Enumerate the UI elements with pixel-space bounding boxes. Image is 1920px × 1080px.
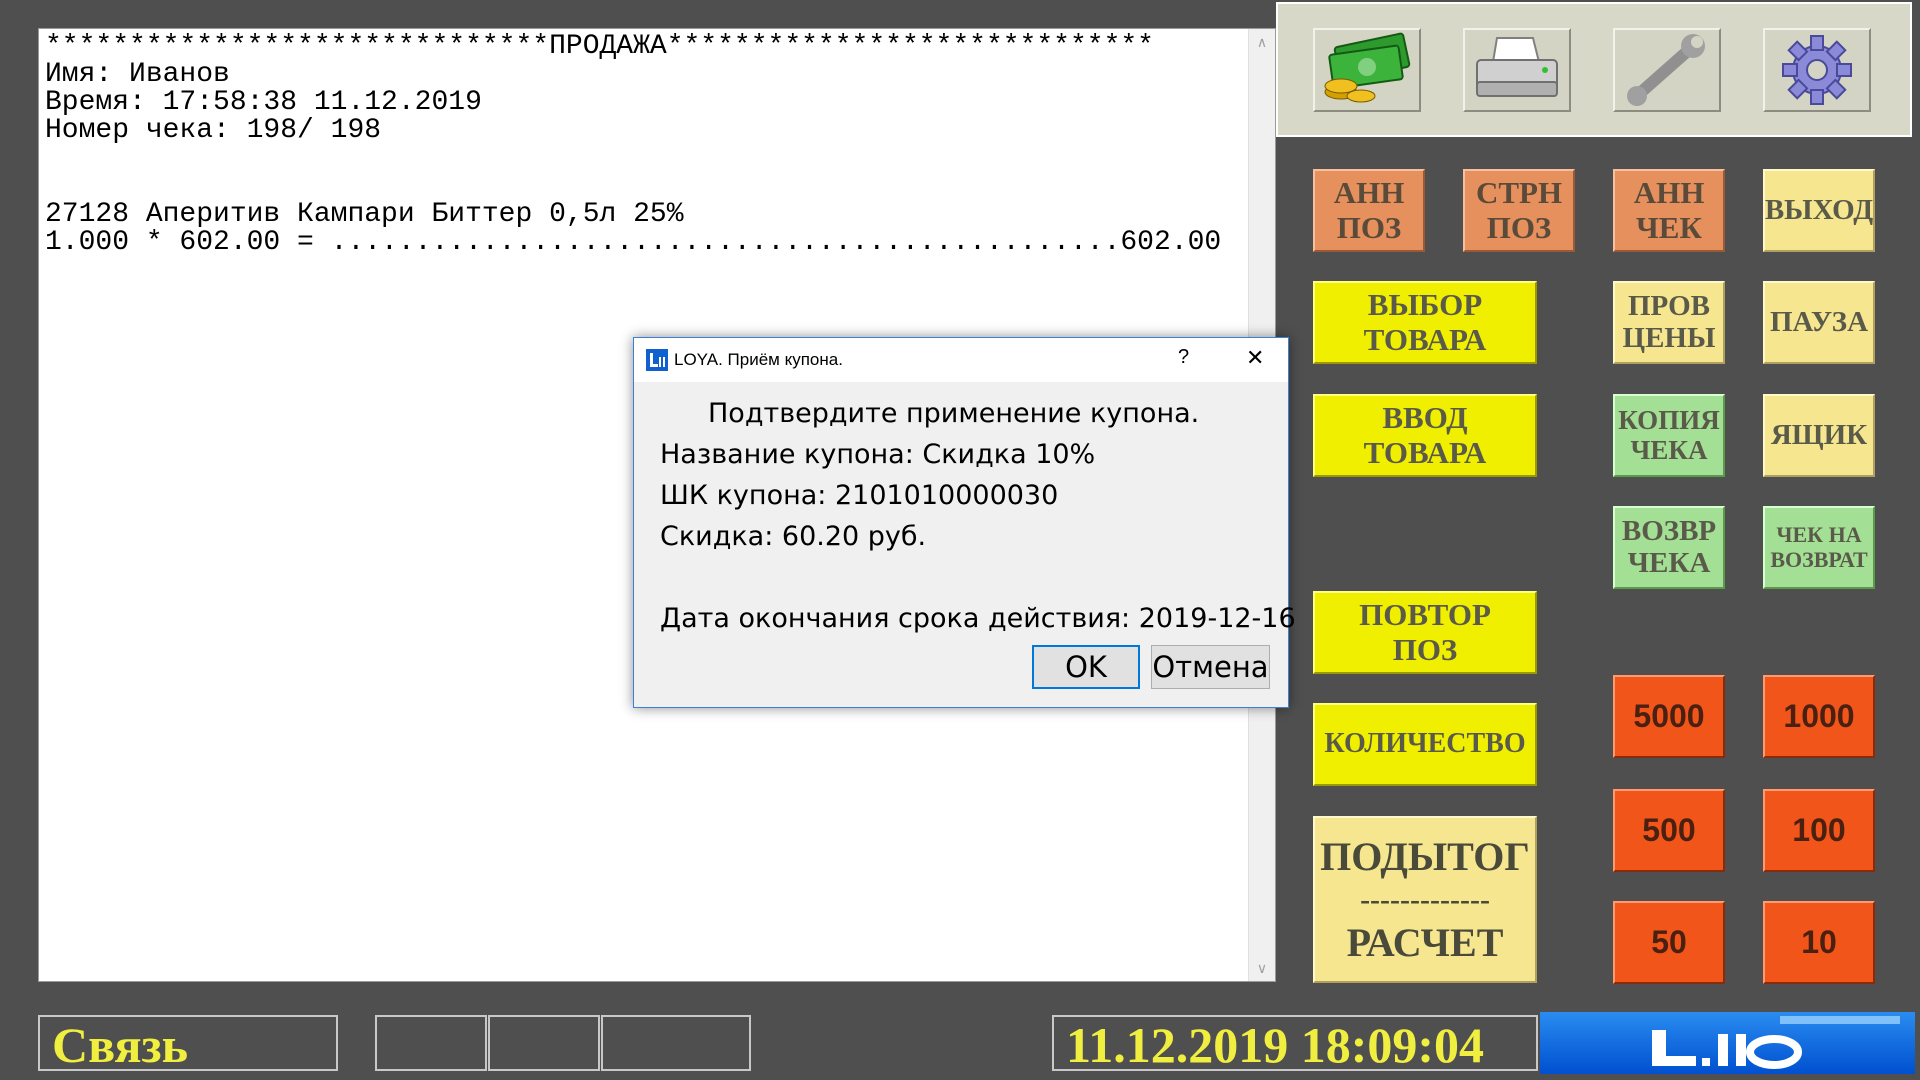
button-label: ПОДЫТОГ xyxy=(1320,833,1530,879)
cash-drawer-button[interactable]: ЯЩИК xyxy=(1763,394,1875,477)
pause-button[interactable]: ПАУЗА xyxy=(1763,281,1875,364)
connection-label: Связь xyxy=(52,1017,189,1073)
button-label: ЦЕНЫ xyxy=(1622,321,1716,354)
button-label: СТРН xyxy=(1475,175,1563,211)
button-label: АНН xyxy=(1333,175,1405,211)
discount-amount: Скидка: 60.20 руб. xyxy=(660,521,927,552)
connection-status: Связь xyxy=(38,1015,338,1073)
help-button[interactable]: ? xyxy=(1178,346,1189,369)
cash-50-button[interactable]: 50 xyxy=(1613,901,1725,984)
cash-5000-button[interactable]: 5000 xyxy=(1613,675,1725,758)
receipt-line: 1.000 * 602.00 = .......................… xyxy=(45,227,1222,258)
coupon-name: Название купона: Скидка 10% xyxy=(660,439,1096,470)
button-label: ПОЗ xyxy=(1392,631,1458,667)
scroll-up-icon[interactable]: ∧ xyxy=(1249,29,1275,55)
button-label: ПРОВ xyxy=(1627,289,1710,322)
receipt-line: Время: 17:58:38 11.12.2019 xyxy=(45,87,482,118)
button-label: КОПИЯ xyxy=(1618,404,1720,435)
enter-item-button[interactable]: ВВОД ТОВАРА xyxy=(1313,394,1537,477)
exit-button[interactable]: ВЫХОД xyxy=(1763,169,1875,252)
coupon-barcode: ШК купона: 2101010000030 xyxy=(660,480,1059,511)
cash-100-button[interactable]: 100 xyxy=(1763,789,1875,872)
status-cell xyxy=(601,1015,751,1071)
button-label: ВЫХОД xyxy=(1764,193,1874,226)
button-label: 500 xyxy=(1642,811,1696,848)
button-label: ВОЗВРАТ xyxy=(1770,546,1868,572)
refund-receipt-button[interactable]: ЧЕК НА ВОЗВРАТ xyxy=(1763,506,1875,589)
button-label: ПОВТОР xyxy=(1359,597,1491,633)
cash-500-button[interactable]: 500 xyxy=(1613,789,1725,872)
receipt-copy-button[interactable]: КОПИЯ ЧЕКА xyxy=(1613,394,1725,477)
receipt-line: Имя: Иванов xyxy=(45,59,230,90)
button-label: 10 xyxy=(1801,923,1837,960)
repeat-position-button[interactable]: ПОВТОР ПОЗ xyxy=(1313,591,1537,674)
quantity-button[interactable]: КОЛИЧЕСТВО xyxy=(1313,703,1537,786)
lillo-logo-icon xyxy=(1652,1016,1900,1069)
button-label: ВОЗВР xyxy=(1621,514,1717,547)
cancel-position-button[interactable]: АНН ПОЗ xyxy=(1313,169,1425,252)
close-icon[interactable]: ✕ xyxy=(1246,345,1264,371)
button-label: ЧЕК xyxy=(1636,209,1702,245)
coupon-dialog: LOYA. Приём купона. ? ✕ Подтвердите прим… xyxy=(633,337,1296,708)
receipt-line: ******************************ПРОДАЖА***… xyxy=(45,31,1154,62)
button-label: АНН xyxy=(1633,175,1705,211)
scroll-down-icon[interactable]: ∨ xyxy=(1249,955,1275,981)
button-label: ЯЩИК xyxy=(1770,418,1868,451)
button-label: ЧЕКА xyxy=(1630,434,1708,465)
app-icon xyxy=(646,349,668,371)
wrench-icon xyxy=(1627,34,1705,106)
logo xyxy=(1540,1012,1915,1074)
confirm-message: Подтвердите применение купона. xyxy=(708,398,1200,429)
cash-1000-button[interactable]: 1000 xyxy=(1763,675,1875,758)
status-cell xyxy=(375,1015,487,1071)
price-check-button[interactable]: ПРОВ ЦЕНЫ xyxy=(1613,281,1725,364)
printer-icon xyxy=(1476,37,1558,97)
clock: 11.12.2019 18:09:04 xyxy=(1066,1017,1485,1073)
return-receipt-button[interactable]: ВОЗВР ЧЕКА xyxy=(1613,506,1725,589)
button-label: ------------- xyxy=(1360,882,1490,916)
cash-10-button[interactable]: 10 xyxy=(1763,901,1875,984)
button-label: ЧЕКА xyxy=(1627,546,1711,579)
button-label: РАСЧЕТ xyxy=(1346,919,1504,965)
button-label: ТОВАРА xyxy=(1363,321,1487,357)
select-item-button[interactable]: ВЫБОР ТОВАРА xyxy=(1313,281,1537,364)
reverse-position-button[interactable]: СТРН ПОЗ xyxy=(1463,169,1575,252)
print-button[interactable] xyxy=(1463,28,1571,112)
receipt-line: Номер чека: 198/ 198 xyxy=(45,115,382,146)
button-label: ВВОД xyxy=(1382,400,1468,436)
button-label: КОЛИЧЕСТВО xyxy=(1324,728,1526,760)
dialog-titlebar[interactable]: LOYA. Приём купона. ? ✕ xyxy=(634,338,1288,382)
button-label: 5000 xyxy=(1633,697,1705,734)
button-label: 100 xyxy=(1792,811,1846,848)
button-label: ТОВАРА xyxy=(1363,434,1487,470)
button-label: 50 xyxy=(1651,923,1687,960)
button-label: ПОЗ xyxy=(1486,209,1552,245)
expiry-date: Дата окончания срока действия: 2019-12-1… xyxy=(660,603,1296,634)
button-label: 1000 xyxy=(1783,697,1855,734)
button-label: ПОЗ xyxy=(1336,209,1402,245)
subtotal-button[interactable]: ПОДЫТОГ ------------- РАСЧЕТ xyxy=(1313,816,1537,983)
cancel-button[interactable]: Отмена xyxy=(1151,645,1270,689)
ok-button[interactable]: OK xyxy=(1032,645,1140,689)
service-button[interactable] xyxy=(1613,28,1721,112)
status-cell xyxy=(488,1015,600,1071)
button-label: ВЫБОР xyxy=(1367,287,1483,323)
top-toolbar xyxy=(1276,2,1912,137)
dialog-title: LOYA. Приём купона. xyxy=(674,350,843,369)
payment-button[interactable] xyxy=(1313,28,1421,112)
gear-icon xyxy=(1782,35,1852,105)
cancel-receipt-button[interactable]: АНН ЧЕК xyxy=(1613,169,1725,252)
button-label: ЧЕК НА xyxy=(1776,522,1862,548)
datetime-display: 11.12.2019 18:09:04 xyxy=(1052,1015,1538,1073)
settings-button[interactable] xyxy=(1763,28,1871,112)
receipt-text: ******************************ПРОДАЖА***… xyxy=(45,33,1245,257)
receipt-line: 27128 Аперитив Кампари Биттер 0,5л 25% xyxy=(45,199,684,230)
button-label: ПАУЗА xyxy=(1769,305,1869,338)
money-icon xyxy=(1324,32,1411,103)
